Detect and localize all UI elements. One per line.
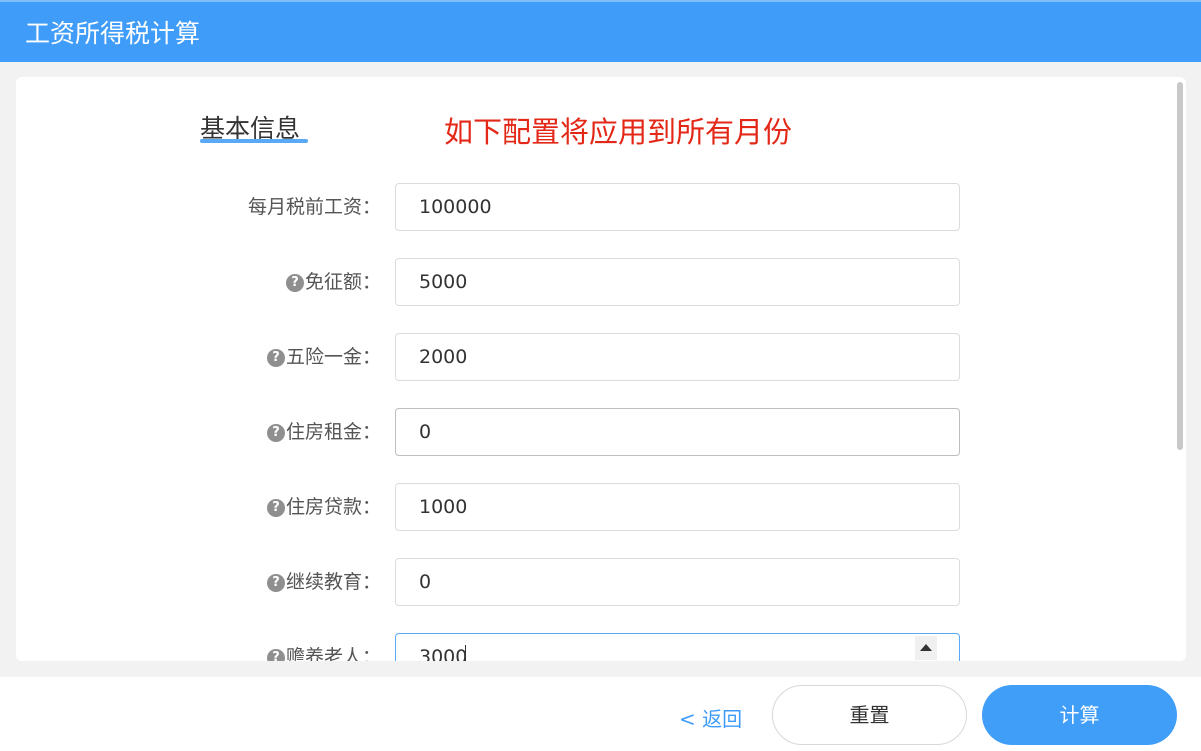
elderly-input[interactable] [396,634,959,661]
footer-bar: < 返回 重置 计算 [0,677,1201,751]
page-title: 工资所得税计算 [25,19,201,48]
insurance-input[interactable] [396,334,959,380]
form-row-education: ? 继续教育： [16,558,1186,606]
rent-input[interactable] [396,409,959,455]
salary-field-box [395,183,960,231]
salary-input[interactable] [396,184,959,230]
exemption-field-box [395,258,960,306]
form-row-insurance: ? 五险一金： [16,333,1186,381]
exemption-input[interactable] [396,259,959,305]
notice-text: 如下配置将应用到所有月份 [444,115,793,149]
rent-field-box [395,408,960,456]
form-row-salary: 每月税前工资： [16,183,1186,231]
help-icon[interactable]: ? [266,349,285,367]
form-row-exemption: ? 免征额： [16,258,1186,306]
form-row-mortgage: ? 住房贷款： [16,483,1186,531]
field-label-text: 住房租金： [285,421,381,443]
mortgage-field-box [395,483,960,531]
insurance-field-box [395,333,960,381]
help-icon[interactable]: ? [266,499,285,517]
field-label-text: 每月税前工资： [247,196,381,218]
field-label: ? 免征额： [285,258,381,306]
form-card: 基本信息 如下配置将应用到所有月份 每月税前工资： ?免征额： ?五险一金： ?… [16,77,1186,661]
education-input[interactable] [396,559,959,605]
section-title-underline [200,139,308,143]
field-label-text: 赡养老人： [285,646,381,661]
form-row-elderly: ? 赡养老人： [16,633,1186,661]
vertical-scrollbar[interactable] [1177,82,1183,450]
field-label: ? 赡养老人： [266,633,381,661]
field-label-text: 免征额： [304,271,381,293]
field-label: 每月税前工资： [248,183,381,231]
field-label: ? 五险一金： [266,333,381,381]
mortgage-input[interactable] [396,484,959,530]
elderly-field-box [395,633,960,661]
field-label-text: 五险一金： [285,346,381,368]
spinner-up-icon[interactable] [920,644,932,651]
field-label: ? 住房贷款： [266,483,381,531]
field-label-text: 继续教育： [285,571,381,593]
education-field-box [395,558,960,606]
help-icon[interactable]: ? [266,574,285,592]
number-spinner[interactable] [915,636,937,660]
text-caret [465,645,466,661]
back-link[interactable]: < 返回 [679,703,742,732]
field-label: ? 继续教育： [266,558,381,606]
app-header: 工资所得税计算 [0,0,1201,62]
help-icon[interactable]: ? [266,649,285,661]
reset-button[interactable]: 重置 [772,685,967,745]
field-label: ? 住房租金： [266,408,381,456]
help-icon[interactable]: ? [266,424,285,442]
form-row-rent: ? 住房租金： [16,408,1186,456]
field-label-text: 住房贷款： [285,496,381,518]
calculate-button[interactable]: 计算 [982,685,1177,745]
help-icon[interactable]: ? [285,274,304,292]
